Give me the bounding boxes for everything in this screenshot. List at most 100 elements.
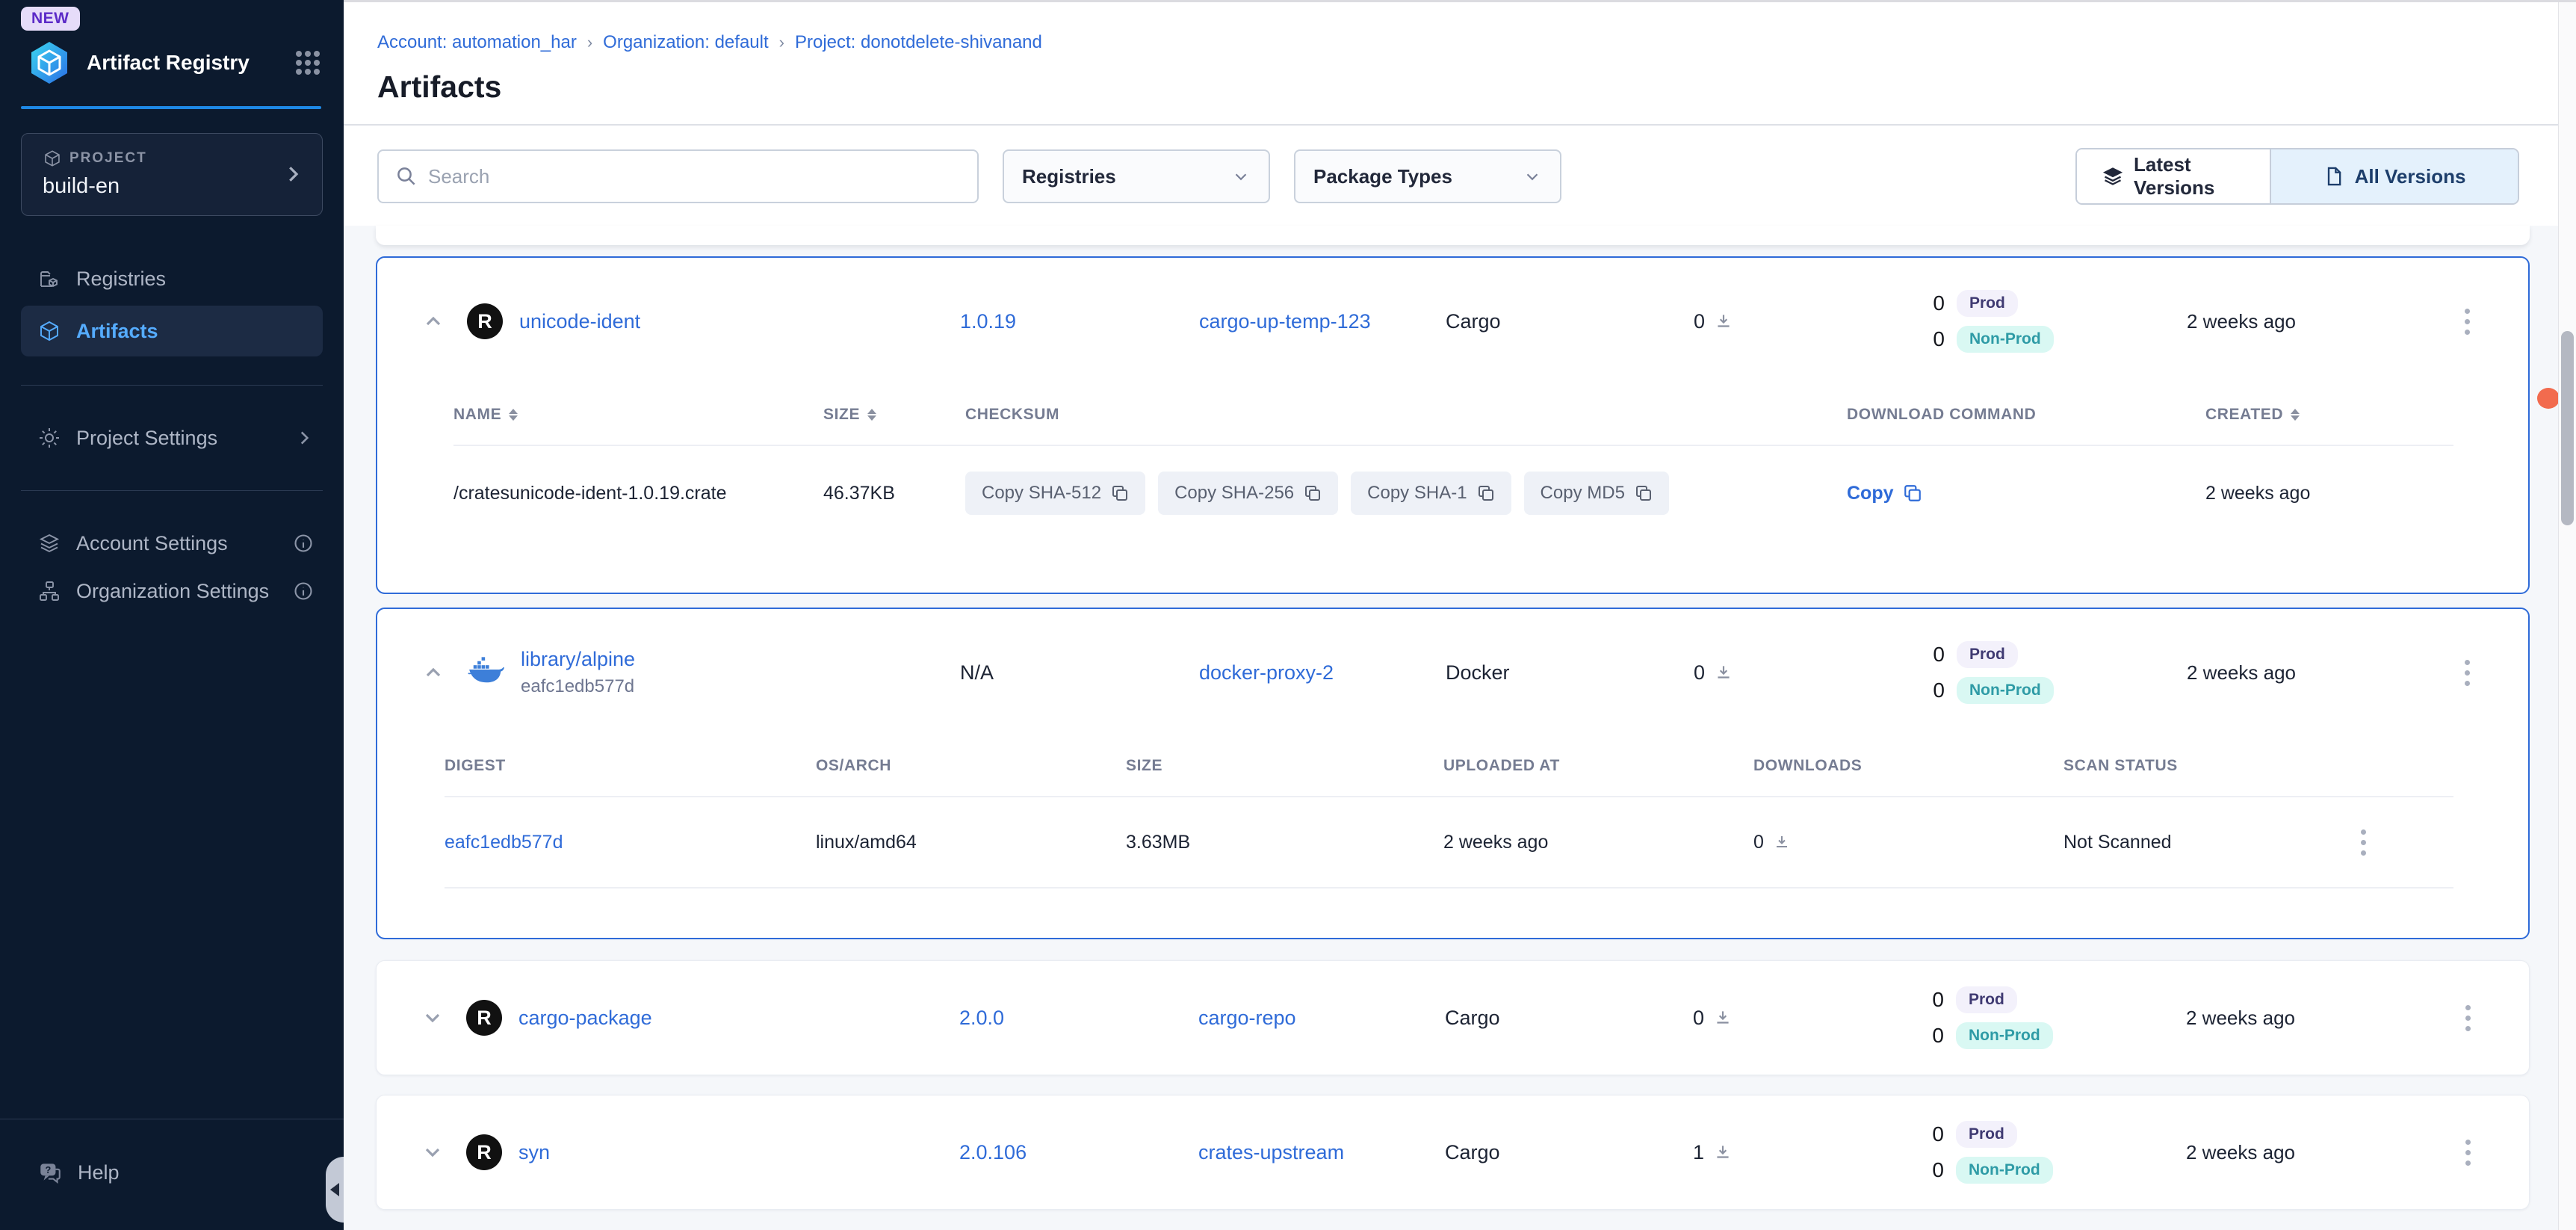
artifact-registry-link[interactable]: crates-upstream — [1198, 1141, 1445, 1164]
artifact-row[interactable]: R cargo-package 2.0.0 cargo-repo Cargo 0… — [377, 961, 2529, 1075]
all-versions-label: All Versions — [2355, 165, 2466, 188]
info-icon[interactable] — [293, 533, 314, 554]
chevron-down-icon — [421, 1006, 445, 1030]
column-header-created[interactable]: CREATED — [2205, 406, 2453, 424]
artifact-digest-short: eafc1edb577d — [521, 676, 635, 697]
sidebar-item-organization-settings[interactable]: Organization Settings — [0, 567, 344, 615]
nonprod-count: 0 — [1931, 327, 1945, 351]
file-size: 46.37KB — [823, 483, 965, 504]
file-row: /cratesunicode-ident-1.0.19.crate 46.37K… — [453, 446, 2453, 515]
row-menu-button[interactable] — [2459, 654, 2476, 692]
download-icon — [1773, 833, 1791, 851]
digests-table: DIGEST OS/ARCH SIZE UPLOADED AT DOWNLOAD… — [377, 736, 2528, 888]
artifact-registry-link[interactable]: cargo-up-temp-123 — [1199, 310, 1446, 333]
prod-badge: Prod — [1957, 290, 2018, 317]
sidebar-item-label: Organization Settings — [76, 580, 278, 603]
artifact-row[interactable]: R syn 2.0.106 crates-upstream Cargo 1 0 … — [377, 1095, 2529, 1209]
cargo-package-icon: R — [466, 1000, 502, 1036]
nonprod-badge: Non-Prod — [1957, 326, 2054, 353]
column-header-downloads: DOWNLOADS — [1753, 757, 2063, 775]
column-header-size[interactable]: SIZE — [823, 406, 965, 424]
sort-icon[interactable] — [509, 409, 518, 421]
copy-icon — [1477, 484, 1495, 502]
sidebar-item-artifacts[interactable]: Artifacts — [21, 306, 323, 356]
sidebar-divider — [21, 385, 323, 386]
column-header-name[interactable]: NAME — [453, 406, 823, 424]
breadcrumb-organization[interactable]: Organization: default — [603, 32, 768, 53]
checksum-buttons: Copy SHA-512 Copy SHA-256 Copy SHA-1 — [965, 472, 1847, 515]
updated-date: 2 weeks ago — [2170, 661, 2365, 684]
artifact-type: Docker — [1446, 661, 1677, 684]
artifact-version-link[interactable]: 1.0.19 — [960, 310, 1199, 333]
artifact-registry-link[interactable]: docker-proxy-2 — [1199, 661, 1446, 684]
expand-row-toggle[interactable] — [399, 1140, 466, 1164]
scan-status: Not Scanned — [2063, 832, 2355, 853]
scrollbar-thumb[interactable] — [2561, 331, 2574, 525]
latest-versions-button[interactable]: Latest Versions — [2077, 149, 2271, 203]
copy-icon — [1111, 484, 1129, 502]
sidebar-collapse-handle[interactable] — [326, 1157, 344, 1223]
sidebar-item-label: Registries — [76, 268, 314, 291]
sidebar-item-registries[interactable]: Registries — [0, 255, 344, 303]
sort-icon[interactable] — [867, 409, 876, 421]
collapse-row-toggle[interactable] — [400, 309, 467, 333]
sidebar-item-label: Account Settings — [76, 532, 278, 555]
copy-icon — [1635, 484, 1653, 502]
notification-dot[interactable] — [2537, 388, 2560, 409]
artifact-registry-link[interactable]: cargo-repo — [1198, 1007, 1445, 1030]
package-types-filter-dropdown[interactable]: Package Types — [1294, 149, 1561, 203]
new-badge: NEW — [21, 7, 80, 31]
app-grid-icon[interactable] — [293, 48, 323, 78]
breadcrumb-project[interactable]: Project: donotdelete-shivanand — [795, 32, 1042, 53]
artifact-row[interactable]: R unicode-ident 1.0.19 cargo-up-temp-123… — [377, 258, 2528, 385]
info-icon[interactable] — [293, 581, 314, 602]
page-title: Artifacts — [377, 69, 2531, 105]
os-arch: linux/amd64 — [816, 832, 1126, 853]
nonprod-badge: Non-Prod — [1956, 1157, 2053, 1184]
nonprod-badge: Non-Prod — [1957, 677, 2054, 704]
collapse-row-toggle[interactable] — [400, 661, 467, 684]
sort-icon[interactable] — [2291, 409, 2300, 421]
digest-link[interactable]: eafc1edb577d — [445, 832, 816, 853]
row-menu-button[interactable] — [2459, 1134, 2477, 1172]
row-menu-button[interactable] — [2459, 303, 2476, 341]
collapse-left-icon — [330, 1183, 339, 1196]
column-header-scan-status: SCAN STATUS — [2063, 757, 2355, 775]
project-cube-icon — [43, 149, 62, 168]
artifact-name-link[interactable]: cargo-package — [518, 1007, 652, 1030]
download-count: 0 — [1693, 1007, 1704, 1030]
row-menu-button[interactable] — [2459, 999, 2477, 1037]
breadcrumb-separator: › — [779, 33, 784, 52]
help-button[interactable]: ? Help — [0, 1119, 344, 1230]
breadcrumb-account[interactable]: Account: automation_har — [377, 32, 577, 53]
artifact-version-link[interactable]: 2.0.0 — [959, 1007, 1198, 1030]
search-input[interactable] — [428, 165, 961, 188]
search-icon — [395, 165, 418, 188]
digest-menu-button[interactable] — [2355, 823, 2372, 862]
artifact-name-link[interactable]: library/alpine — [521, 648, 635, 671]
copy-sha1-button[interactable]: Copy SHA-1 — [1351, 472, 1511, 515]
nonprod-count: 0 — [1931, 1158, 1944, 1182]
sidebar-item-account-settings[interactable]: Account Settings — [0, 519, 344, 567]
artifact-version-link[interactable]: 2.0.106 — [959, 1141, 1198, 1164]
registries-filter-dropdown[interactable]: Registries — [1003, 149, 1270, 203]
artifact-name-link[interactable]: unicode-ident — [519, 310, 640, 333]
copy-sha256-button[interactable]: Copy SHA-256 — [1158, 472, 1338, 515]
scrollbar-track[interactable] — [2558, 2, 2576, 1230]
artifact-row[interactable]: library/alpine eafc1edb577d N/A docker-p… — [377, 609, 2528, 736]
artifact-card-library-alpine: library/alpine eafc1edb577d N/A docker-p… — [376, 608, 2530, 939]
help-label: Help — [78, 1161, 120, 1184]
copy-md5-button[interactable]: Copy MD5 — [1524, 472, 1669, 515]
project-selector[interactable]: PROJECT build-en — [21, 133, 323, 216]
copy-download-command-button[interactable]: Copy — [1847, 483, 2205, 504]
sidebar-item-project-settings[interactable]: Project Settings — [0, 414, 344, 462]
artifact-name-link[interactable]: syn — [518, 1141, 550, 1164]
column-header-os-arch: OS/ARCH — [816, 757, 1126, 775]
copy-sha512-button[interactable]: Copy SHA-512 — [965, 472, 1145, 515]
sidebar-item-label: Artifacts — [76, 320, 306, 343]
column-header-checksum: CHECKSUM — [965, 406, 1847, 424]
expand-row-toggle[interactable] — [399, 1006, 466, 1030]
download-count: 0 — [1694, 661, 1705, 684]
all-versions-button[interactable]: All Versions — [2271, 149, 2518, 203]
prod-count: 0 — [1931, 1122, 1944, 1146]
